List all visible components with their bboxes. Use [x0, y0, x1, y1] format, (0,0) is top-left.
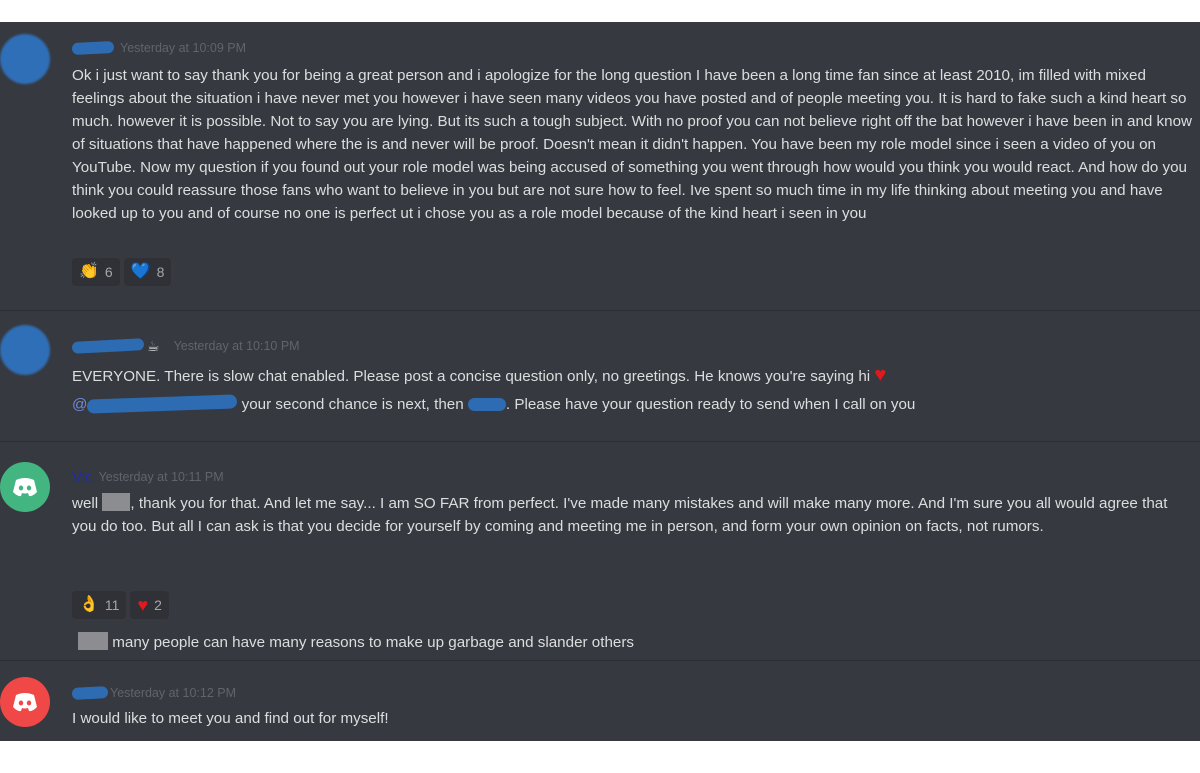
reaction-count: 8: [156, 264, 165, 280]
followup-message: many people can have many reasons to mak…: [78, 631, 1200, 654]
message-header: Yesterday at 10:12 PM: [71, 683, 237, 703]
reaction-count: 2: [154, 597, 162, 613]
reactions: 👏 6 💙 8: [72, 258, 172, 286]
message-text-line: EVERYONE. There is slow chat enabled. Pl…: [72, 364, 1196, 388]
message: ☕ Yesterday at 10:10 PM EVERYONE. There …: [0, 311, 1200, 441]
message-header: Vic Yesterday at 10:11 PM: [72, 467, 224, 487]
mention-at: @: [72, 396, 88, 413]
reaction-red-heart[interactable]: ♥ 2: [130, 591, 169, 619]
username[interactable]: Vic: [72, 469, 93, 486]
reaction-blue-heart[interactable]: 💙 8: [123, 258, 172, 286]
discord-logo-icon: [13, 478, 37, 497]
redacted-username-inline: [467, 398, 506, 411]
message-text: Ok i just want to say thank you for bein…: [72, 67, 1193, 222]
message-text-line: @ your second chance is next, then . Ple…: [72, 393, 1196, 416]
message-header: ☕ Yesterday at 10:10 PM: [71, 336, 300, 356]
redacted-mention: [87, 394, 238, 414]
avatar[interactable]: [0, 34, 50, 84]
avatar[interactable]: [0, 677, 50, 727]
coffee-icon: ☕: [147, 337, 160, 354]
timestamp: Yesterday at 10:11 PM: [98, 470, 224, 484]
timestamp: Yesterday at 10:09 PM: [120, 41, 247, 55]
red-heart-icon: ♥: [137, 595, 149, 615]
message-text: I would like to meet you and find out fo…: [72, 710, 389, 727]
ok-hand-icon: 👌: [79, 596, 99, 613]
redacted-username[interactable]: [71, 686, 109, 700]
message-header: Yesterday at 10:09 PM: [71, 38, 247, 58]
avatar[interactable]: [0, 325, 50, 375]
redacted-username[interactable]: [71, 338, 145, 354]
discord-logo-icon: [13, 693, 37, 712]
message-text-start: well: [72, 495, 99, 512]
reaction-clap[interactable]: 👏 6: [72, 258, 120, 286]
followup-text: many people can have many reasons to mak…: [112, 634, 635, 651]
message-text: well , thank you for that. And let me sa…: [72, 492, 1196, 538]
message-text: . Please have your question ready to sen…: [505, 396, 916, 413]
message: Vic Yesterday at 10:11 PM well , thank y…: [0, 442, 1200, 660]
redacted-name: [78, 632, 108, 650]
message: Yesterday at 10:09 PM Ok i just want to …: [0, 22, 1200, 310]
reaction-count: 11: [104, 597, 120, 613]
message-text-rest: , thank you for that. And let me say... …: [72, 495, 1168, 535]
reaction-ok-hand[interactable]: 👌 11: [72, 591, 127, 619]
red-heart-icon: ♥: [874, 364, 887, 386]
blue-heart-icon: 💙: [130, 263, 151, 280]
chat-message-list: Yesterday at 10:09 PM Ok i just want to …: [0, 22, 1200, 741]
clap-icon: 👏: [79, 263, 99, 280]
message-text: your second chance is next, then: [237, 396, 468, 413]
reactions: 👌 11 ♥ 2: [72, 591, 169, 619]
timestamp: Yesterday at 10:12 PM: [110, 686, 237, 700]
message: Yesterday at 10:12 PM I would like to me…: [0, 661, 1200, 741]
reaction-count: 6: [104, 264, 113, 280]
mention[interactable]: @: [72, 394, 238, 414]
avatar[interactable]: [0, 462, 50, 512]
announcement-text: EVERYONE. There is slow chat enabled. Pl…: [72, 368, 871, 385]
redacted-username[interactable]: [71, 40, 115, 56]
redacted-name: [102, 493, 131, 511]
timestamp: Yesterday at 10:10 PM: [173, 339, 300, 353]
